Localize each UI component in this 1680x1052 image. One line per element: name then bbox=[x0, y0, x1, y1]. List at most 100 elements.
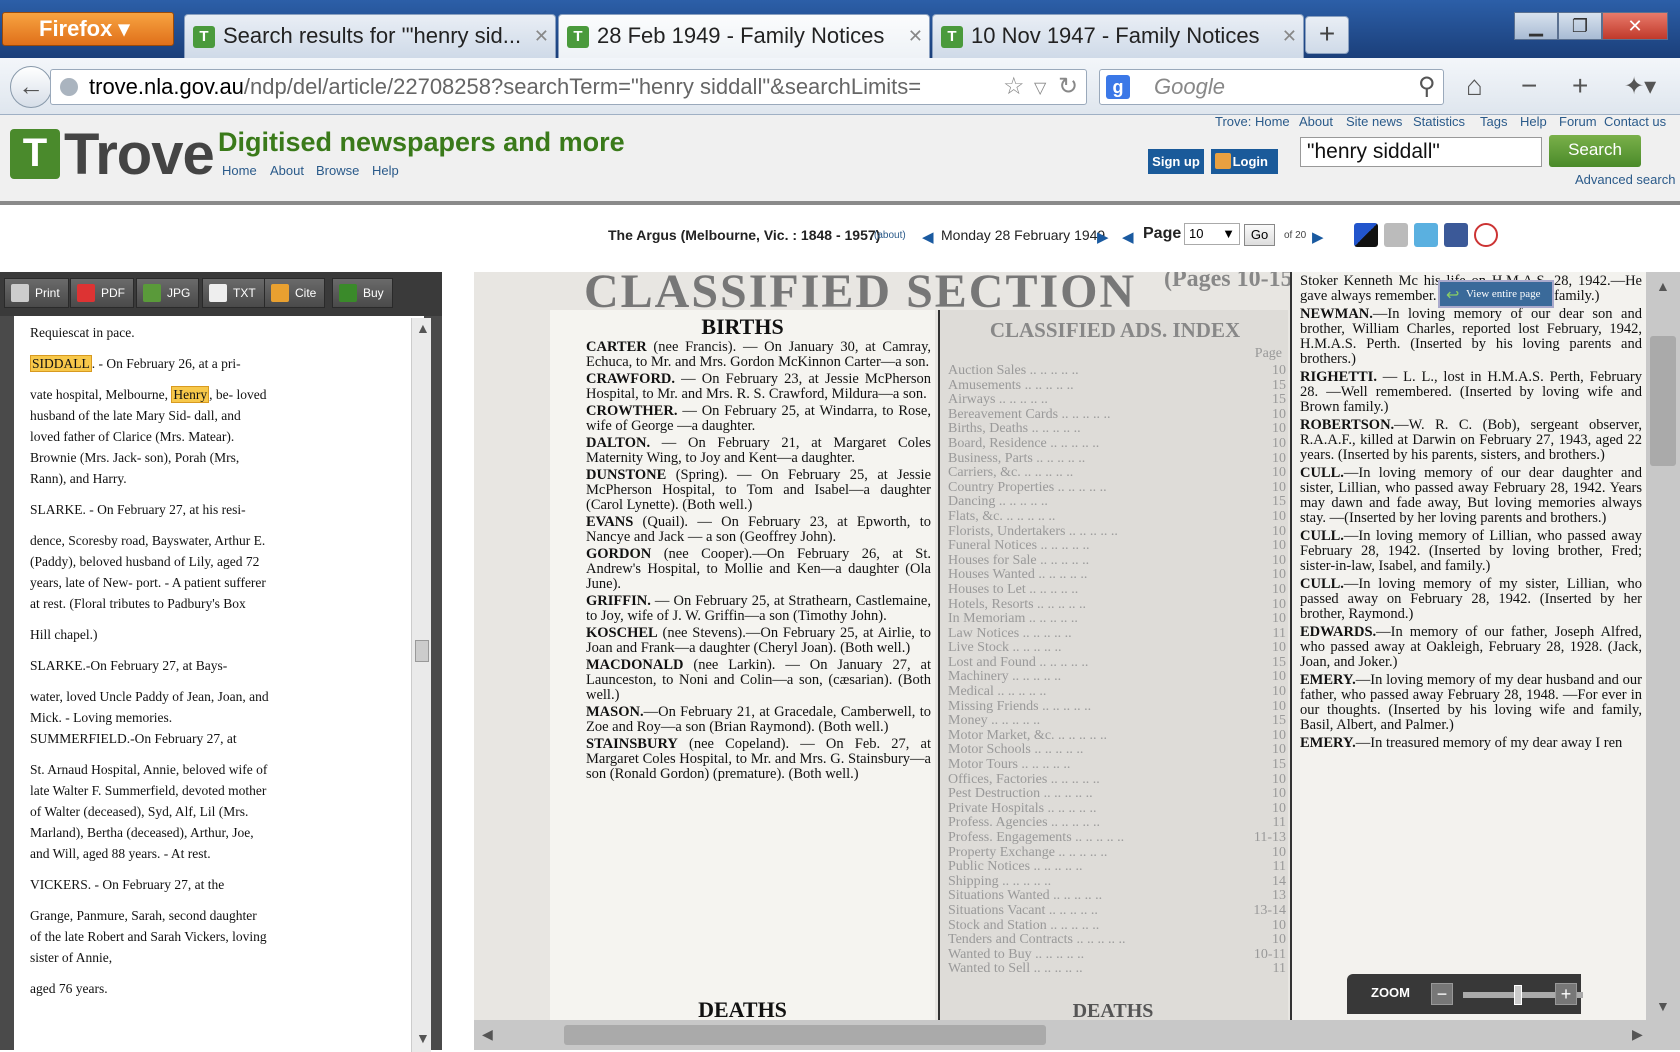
toplink-contact[interactable]: Contact us bbox=[1604, 114, 1666, 129]
scroll-thumb[interactable] bbox=[415, 640, 429, 662]
zoom-slider-thumb[interactable] bbox=[1514, 985, 1522, 1005]
index-page-header: Page bbox=[1254, 346, 1282, 361]
index-row: Machinery .. .. .. .. .. 10 bbox=[948, 669, 1286, 685]
newspaper-page[interactable]: CLASSIFIED SECTION (Pages 10-15.) BIRTHS… bbox=[474, 272, 1646, 1020]
facebook-icon[interactable] bbox=[1444, 223, 1468, 247]
scroll-right-icon[interactable]: ▶ bbox=[1632, 1026, 1643, 1043]
nav-home[interactable]: Home bbox=[222, 163, 257, 178]
zoom-plus-button[interactable]: + bbox=[1555, 983, 1577, 1005]
publication-about-link[interactable]: (about) bbox=[874, 230, 906, 241]
index-row: Property Exchange .. .. .. .. .. 10 bbox=[948, 844, 1286, 860]
close-window-button[interactable]: ✕ bbox=[1602, 12, 1668, 40]
site-tagline: Digitised newspapers and more bbox=[218, 127, 625, 157]
toplink-statistics[interactable]: Statistics bbox=[1413, 114, 1465, 129]
in-memoriam-column[interactable]: Stoker Kenneth Mc his life on H.M.A.S. 2… bbox=[1290, 272, 1646, 1020]
firefox-menu-button[interactable]: Firefox ▾ bbox=[2, 12, 174, 46]
google-engine-icon[interactable]: g bbox=[1106, 75, 1130, 99]
trove-logo-text[interactable]: Trove bbox=[64, 121, 215, 188]
new-tab-button[interactable]: + bbox=[1305, 16, 1349, 54]
birth-notice: DALTON. — On February 21, at Margaret Co… bbox=[586, 435, 931, 466]
share-icon[interactable] bbox=[1474, 223, 1498, 247]
toplink-help[interactable]: Help bbox=[1520, 114, 1547, 129]
article-text-panel: Print PDF JPG TXT Cite Buy Requiescat in… bbox=[0, 272, 442, 1052]
reload-icon[interactable]: ↻ bbox=[1058, 72, 1078, 101]
site-identity-icon[interactable] bbox=[60, 78, 78, 96]
history-dropdown-icon[interactable]: ▽ bbox=[1034, 78, 1046, 98]
bookmarks-menu-icon[interactable]: ✦▾ bbox=[1624, 72, 1656, 101]
trove-logo-icon[interactable]: T bbox=[10, 129, 60, 179]
print-button[interactable]: Print bbox=[4, 278, 69, 308]
address-bar[interactable]: trove.nla.gov.au/ndp/del/article/2270825… bbox=[50, 69, 1087, 105]
zoom-minus-button[interactable]: − bbox=[1431, 983, 1453, 1005]
go-button[interactable]: Go bbox=[1244, 224, 1275, 246]
index-row: Board, Residence .. .. .. .. .. 10 bbox=[948, 435, 1286, 451]
home-icon[interactable]: ⌂ bbox=[1466, 70, 1483, 102]
next-page-icon[interactable]: ▶ bbox=[1312, 228, 1324, 246]
signup-button[interactable]: Sign up bbox=[1148, 149, 1204, 174]
zoom-in-icon[interactable]: + bbox=[1572, 70, 1588, 102]
close-tab-icon[interactable]: ✕ bbox=[908, 15, 923, 57]
toplink-trove-home[interactable]: Trove: Home bbox=[1215, 114, 1290, 129]
nav-help[interactable]: Help bbox=[372, 163, 399, 178]
scroll-down-icon[interactable]: ▼ bbox=[416, 1030, 430, 1046]
ocr-text: Requiescat in pace. SIDDALL. - On Februa… bbox=[14, 316, 424, 1050]
trove-search-input[interactable]: "henry siddall" bbox=[1300, 137, 1542, 167]
zoom-out-icon[interactable]: − bbox=[1521, 70, 1537, 102]
minimize-button[interactable]: ▁ bbox=[1514, 12, 1558, 40]
cite-button[interactable]: Cite bbox=[264, 278, 326, 308]
back-button[interactable]: ← bbox=[10, 66, 52, 108]
next-issue-icon[interactable]: ▶ bbox=[1097, 228, 1109, 246]
scroll-up-icon[interactable]: ▲ bbox=[1656, 278, 1670, 294]
buy-button[interactable]: Buy bbox=[332, 278, 393, 308]
text-paragraph: VICKERS. - On February 27, at the bbox=[30, 877, 225, 892]
jpg-button[interactable]: JPG bbox=[136, 278, 200, 308]
index-row: Live Stock .. .. .. .. .. 10 bbox=[948, 640, 1286, 656]
toplink-site-news[interactable]: Site news bbox=[1346, 114, 1402, 129]
pdf-button[interactable]: PDF bbox=[70, 278, 134, 308]
previous-issue-icon[interactable]: ◀ bbox=[922, 228, 934, 246]
previous-page-icon[interactable]: ◀ bbox=[1122, 228, 1134, 246]
advanced-search-link[interactable]: Advanced search bbox=[1575, 172, 1675, 187]
scroll-left-icon[interactable]: ◀ bbox=[482, 1026, 493, 1043]
delicious-icon[interactable] bbox=[1354, 223, 1378, 247]
text-scrollbar[interactable]: ▲ ▼ bbox=[411, 318, 431, 1052]
page-select[interactable]: 10 ▼ bbox=[1184, 223, 1240, 245]
twitter-icon[interactable] bbox=[1414, 223, 1438, 247]
scroll-up-icon[interactable]: ▲ bbox=[416, 320, 430, 336]
close-tab-icon[interactable]: ✕ bbox=[534, 15, 549, 57]
txt-button[interactable]: TXT bbox=[202, 278, 265, 308]
nav-about[interactable]: About bbox=[270, 163, 304, 178]
trove-search-button[interactable]: Search bbox=[1549, 135, 1641, 167]
memoriam-notice: RIGHETTI. — L. L., lost in H.M.A.S. Pert… bbox=[1300, 369, 1642, 415]
viewer-horizontal-scrollbar[interactable]: ◀ ▶ bbox=[474, 1020, 1680, 1050]
page-image-viewer[interactable]: CLASSIFIED SECTION (Pages 10-15.) BIRTHS… bbox=[474, 272, 1680, 1050]
classified-index[interactable]: CLASSIFIED ADS. INDEX Page Auction Sales… bbox=[938, 310, 1288, 1020]
text-file-icon bbox=[209, 284, 227, 302]
tab-10-nov-1947[interactable]: T 10 Nov 1947 - Family Notices ✕ bbox=[932, 14, 1304, 58]
scroll-thumb[interactable] bbox=[1650, 336, 1676, 466]
births-article[interactable]: BIRTHS CARTER (nee Francis). — On Januar… bbox=[550, 310, 935, 1020]
digg-icon[interactable] bbox=[1384, 223, 1408, 247]
index-row: Births, Deaths .. .. .. .. .. 10 bbox=[948, 421, 1286, 437]
maximize-button[interactable]: ❐ bbox=[1558, 12, 1602, 40]
bookmark-star-icon[interactable]: ☆ bbox=[1003, 72, 1025, 101]
scroll-thumb[interactable] bbox=[564, 1025, 1046, 1045]
search-magnifier-icon[interactable]: ⚲ bbox=[1418, 72, 1436, 101]
index-row: Airways .. .. .. .. .. 15 bbox=[948, 392, 1286, 408]
pdf-icon bbox=[77, 284, 95, 302]
tab-search-results[interactable]: T Search results for '"henry sid... ✕ bbox=[184, 14, 556, 58]
search-engine-input[interactable]: Google bbox=[1099, 69, 1444, 105]
toplink-tags[interactable]: Tags bbox=[1480, 114, 1507, 129]
index-row: Offices, Factories .. .. .. .. .. 10 bbox=[948, 771, 1286, 787]
login-button[interactable]: Login bbox=[1211, 149, 1278, 174]
article-toolbar: Print PDF JPG TXT Cite Buy bbox=[0, 272, 442, 316]
scroll-down-icon[interactable]: ▼ bbox=[1656, 998, 1670, 1014]
toplink-about[interactable]: About bbox=[1299, 114, 1333, 129]
viewer-vertical-scrollbar[interactable]: ▲ ▼ bbox=[1646, 272, 1680, 1020]
index-row: Bereavement Cards .. .. .. .. .. 10 bbox=[948, 406, 1286, 422]
nav-browse[interactable]: Browse bbox=[316, 163, 359, 178]
toplink-forum[interactable]: Forum bbox=[1559, 114, 1597, 129]
view-entire-page-button[interactable]: ↩ View entire page bbox=[1438, 280, 1554, 308]
tab-28-feb-1949[interactable]: T 28 Feb 1949 - Family Notices ✕ bbox=[558, 14, 930, 58]
close-tab-icon[interactable]: ✕ bbox=[1282, 15, 1297, 57]
